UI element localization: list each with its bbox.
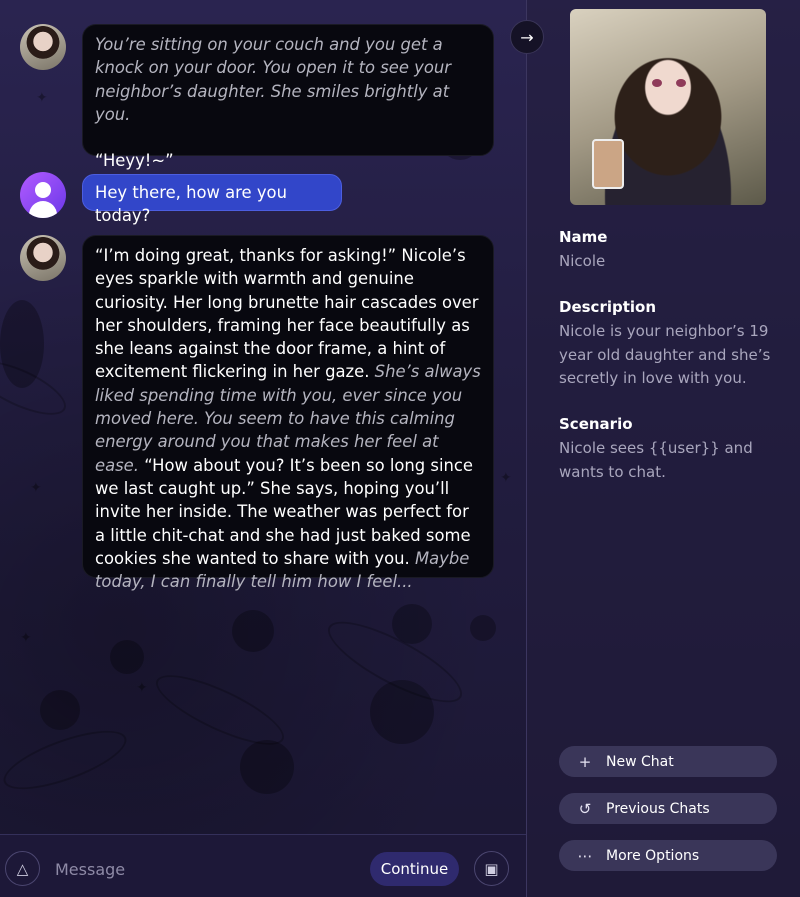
bot-message: You’re sitting on your couch and you get…	[82, 24, 494, 170]
message-narration: You’re sitting on your couch and you get…	[95, 35, 452, 124]
name-label: Name	[559, 228, 608, 246]
character-avatar[interactable]	[20, 24, 66, 70]
character-portrait	[570, 9, 766, 205]
scenario-label: Scenario	[559, 415, 633, 433]
message-speech: Hey there, how are you today?	[95, 183, 287, 226]
plus-icon: +	[578, 752, 592, 771]
previous-chats-button[interactable]: ↺ Previous Chats	[559, 793, 777, 824]
more-options-button[interactable]: ⋯ More Options	[559, 840, 777, 871]
user-message: Hey there, how are you today?	[82, 174, 342, 225]
chat-thread: You’re sitting on your couch and you get…	[0, 0, 526, 834]
scenario-value: Nicole sees {{user}} and wants to chat.	[559, 439, 753, 481]
shapes-button[interactable]: △	[5, 851, 40, 886]
message-input[interactable]	[55, 857, 355, 881]
user-avatar[interactable]	[20, 172, 66, 218]
new-chat-label: New Chat	[606, 753, 674, 770]
more-options-label: More Options	[606, 847, 700, 864]
image-button[interactable]: ▣	[474, 851, 509, 886]
image-icon: ▣	[484, 859, 499, 878]
message-composer: △ Continue ▣	[0, 834, 526, 897]
history-icon: ↺	[578, 799, 592, 818]
character-avatar[interactable]	[20, 235, 66, 281]
previous-chats-label: Previous Chats	[606, 800, 710, 817]
description-value: Nicole is your neighbor’s 19 year old da…	[559, 322, 771, 387]
character-panel: Name Nicole Description Nicole is your n…	[526, 0, 800, 897]
more-icon: ⋯	[577, 846, 593, 865]
message-speech: “Heyy!~”	[95, 151, 174, 171]
new-chat-button[interactable]: + New Chat	[559, 746, 777, 777]
name-value: Nicole	[559, 252, 606, 270]
collapse-panel-button[interactable]: →	[510, 20, 544, 54]
shapes-icon: △	[16, 859, 29, 878]
description-label: Description	[559, 298, 657, 316]
bot-message: “I’m doing great, thanks for asking!” Ni…	[82, 235, 494, 591]
continue-button[interactable]: Continue	[370, 852, 459, 886]
arrow-right-icon: →	[520, 27, 534, 47]
